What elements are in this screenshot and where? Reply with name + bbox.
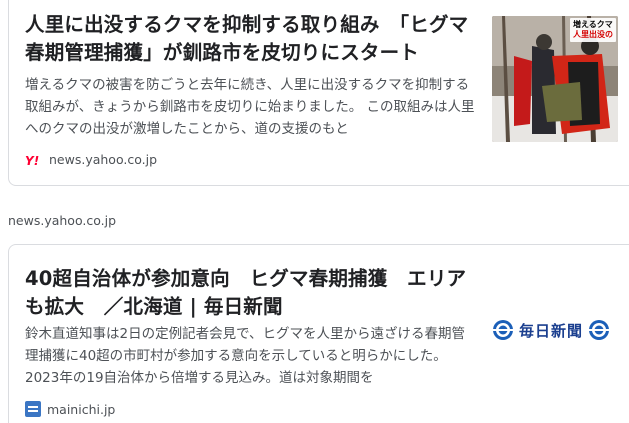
search-results-page: 人里に出没するクマを抑制する取り組み 「ヒグマ春期管理捕獲」が釧路市を皮切りにス… <box>0 0 629 423</box>
thumbnail-caption: 増えるクマ 人里出没の <box>570 18 616 42</box>
result-source: mainichi.jp <box>25 401 115 417</box>
source-domain: news.yahoo.co.jp <box>49 152 158 167</box>
result-thumbnail[interactable]: 増えるクマ 人里出没の <box>492 16 618 142</box>
cite-url[interactable]: news.yahoo.co.jp <box>8 213 116 228</box>
result-title-link[interactable]: 40超自治体が参加意向 ヒグマ春期捕獲 エリアも拡大 ／北海道 | 毎日新聞 <box>25 265 475 321</box>
mainichi-emblem-icon <box>493 320 513 340</box>
svg-text:Y!: Y! <box>25 154 39 167</box>
mainichi-emblem-icon <box>589 320 610 340</box>
news-result-card[interactable]: 人里に出没するクマを抑制する取り組み 「ヒグマ春期管理捕獲」が釧路市を皮切りにス… <box>8 0 629 186</box>
result-title-link[interactable]: 人里に出没するクマを抑制する取り組み 「ヒグマ春期管理捕獲」が釧路市を皮切りにス… <box>25 11 475 67</box>
mainichi-favicon-icon <box>25 401 41 417</box>
result-snippet: 鈴木直道知事は2日の定例記者会見で、ヒグマを人里から遠ざける春期管理捕獲に40超… <box>25 326 466 386</box>
result-source: Y! news.yahoo.co.jp <box>25 152 157 167</box>
news-result-card[interactable]: 40超自治体が参加意向 ヒグマ春期捕獲 エリアも拡大 ／北海道 | 毎日新聞 鈴… <box>8 244 629 423</box>
result-snippet: 増えるクマの被害を防ごうと去年に続き、人里に出没するクマを抑制する取組みが、きょ… <box>25 77 475 137</box>
source-domain: mainichi.jp <box>47 401 116 417</box>
yahoo-logo-icon: Y! <box>25 154 39 167</box>
result-thumbnail[interactable]: 毎日新聞 <box>492 295 629 365</box>
newspaper-masthead: 毎日新聞 <box>519 321 584 340</box>
